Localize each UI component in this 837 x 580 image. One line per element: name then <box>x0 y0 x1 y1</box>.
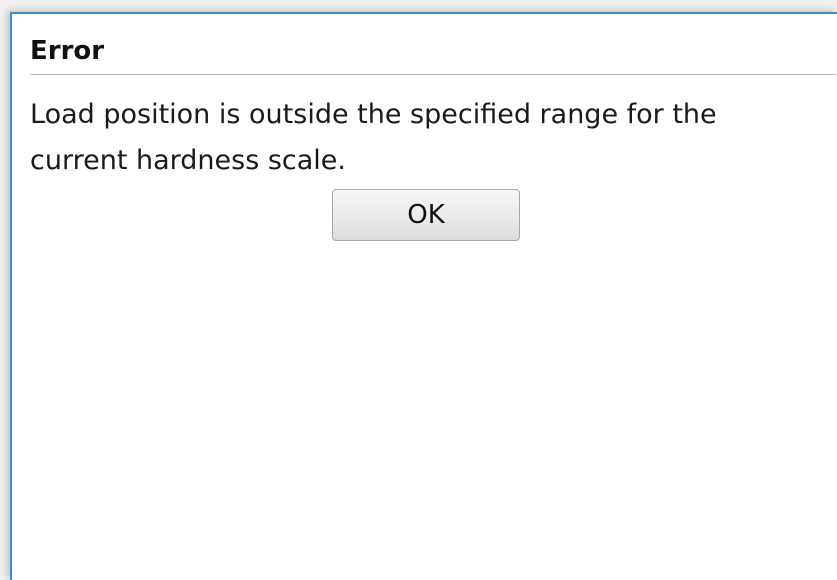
error-dialog: Error Load position is outside the speci… <box>10 12 837 580</box>
dialog-title: Error <box>30 36 105 66</box>
error-message: Load position is outside the specified r… <box>30 99 717 176</box>
title-divider <box>30 74 836 75</box>
ok-button[interactable]: OK <box>332 189 520 241</box>
